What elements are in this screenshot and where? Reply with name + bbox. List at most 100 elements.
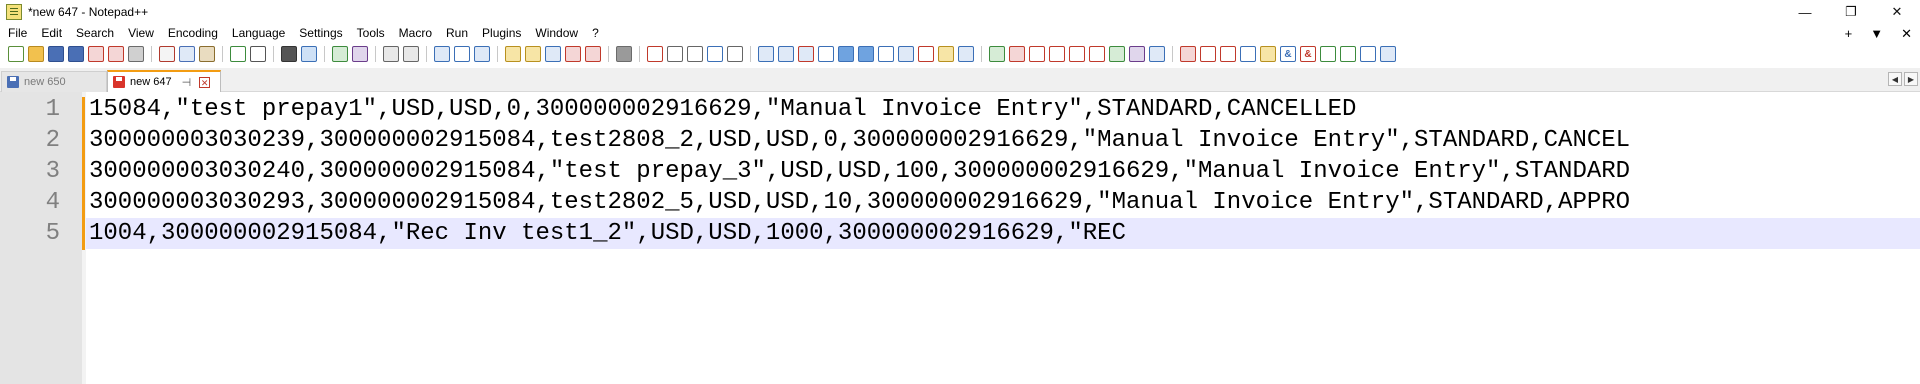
tab-scroll-right-button[interactable]: ▶ [1904,72,1918,86]
edit-icon[interactable] [1260,46,1276,62]
first-diff-icon[interactable] [1029,46,1045,62]
new-tab-button[interactable]: + [1845,24,1853,43]
check-icon[interactable] [989,46,1005,62]
text-area[interactable]: 15084,"test prepay1",USD,USD,0,300000002… [86,92,1920,384]
menu-edit[interactable]: Edit [34,24,69,43]
menu-settings[interactable]: Settings [292,24,349,43]
tab-scroll-left-button[interactable]: ◀ [1888,72,1902,86]
zoom-out-icon[interactable] [352,46,368,62]
code-line[interactable]: 300000003030239,300000002915084,test2808… [86,125,1920,156]
save-icon[interactable] [48,46,64,62]
menu-macro[interactable]: Macro [392,24,439,43]
page-icon[interactable] [1200,46,1216,62]
compare-icon[interactable] [778,46,794,62]
menu-window[interactable]: Window [528,24,585,43]
copy-icon[interactable] [179,46,195,62]
prev-diff-icon[interactable] [1049,46,1065,62]
minimize-button[interactable]: — [1782,0,1828,24]
close-all-icon[interactable] [108,46,124,62]
scissors-icon[interactable] [918,46,934,62]
menu-run[interactable]: Run [439,24,475,43]
replace-icon[interactable] [301,46,317,62]
title-bar: *new 647 - Notepad++ — ❐ ✕ [0,0,1920,24]
pin-icon[interactable]: ⊣ [182,76,192,89]
menu-search[interactable]: Search [69,24,121,43]
preview-icon[interactable] [1240,46,1256,62]
arrow-up-icon[interactable] [838,46,854,62]
grid-icon[interactable] [898,46,914,62]
code-line[interactable]: 300000003030293,300000002915084,test2802… [86,187,1920,218]
page-alt-icon[interactable] [1220,46,1236,62]
sync-vertical-icon[interactable] [383,46,399,62]
arrow-left-icon[interactable] [1320,46,1336,62]
zoom-in-icon[interactable] [332,46,348,62]
cut-icon[interactable] [159,46,175,62]
menu-view[interactable]: View [121,24,161,43]
close-tab-button[interactable]: ✕ [1901,24,1912,43]
save-all-icon[interactable] [68,46,84,62]
tab-bar: new 650 new 647 ⊣ ✕ ◀ ▶ [0,68,1920,92]
undo-icon[interactable] [230,46,246,62]
find-icon[interactable] [281,46,297,62]
change-history-marker [82,97,85,250]
wand-icon[interactable] [938,46,954,62]
menu-file[interactable]: File [0,24,34,43]
doc-list-icon[interactable] [545,46,561,62]
udl-icon[interactable] [505,46,521,62]
close-icon[interactable] [88,46,104,62]
tools-icon[interactable] [1180,46,1196,62]
run-macro-multiple-icon[interactable] [707,46,723,62]
monitoring-icon[interactable] [616,46,632,62]
word-wrap-icon[interactable] [434,46,450,62]
menu-language[interactable]: Language [225,24,292,43]
stop-record-icon[interactable] [667,46,683,62]
diff-purple-icon[interactable] [1129,46,1145,62]
save-macro-icon[interactable] [727,46,743,62]
current-code-line[interactable]: 1004,300000002915084,"Rec Inv test1_2",U… [86,218,1920,249]
compare-lines-icon[interactable] [798,46,814,62]
tab-close-icon[interactable]: ✕ [199,76,211,88]
toolbar-separator [273,46,274,62]
brackets-icon[interactable] [958,46,974,62]
arrow-right-icon[interactable] [1360,46,1376,62]
print-icon[interactable] [128,46,144,62]
folder-workspace-icon[interactable] [585,46,601,62]
editor[interactable]: 1 2 3 4 5 15084,"test prepay1",USD,USD,0… [0,92,1920,384]
function-list-icon[interactable] [565,46,581,62]
align-icon[interactable] [818,46,834,62]
tab-list-dropdown[interactable]: ▼ [1870,24,1883,43]
check-multi-icon[interactable] [1340,46,1356,62]
paste-icon[interactable] [199,46,215,62]
wrench-icon[interactable] [1380,46,1396,62]
bookmark-icon[interactable] [758,46,774,62]
align-center-icon[interactable] [878,46,894,62]
toolbar-separator [222,46,223,62]
show-all-chars-icon[interactable] [454,46,470,62]
clear-icon[interactable] [1009,46,1025,62]
menu-help[interactable]: ? [585,24,606,43]
menu-plugins[interactable]: Plugins [475,24,528,43]
sync-horizontal-icon[interactable] [403,46,419,62]
next-diff-icon[interactable] [1069,46,1085,62]
doc-map-icon[interactable] [525,46,541,62]
diff-green-icon[interactable] [1109,46,1125,62]
indent-guide-icon[interactable] [474,46,490,62]
ampersand-icon[interactable]: & [1280,46,1296,62]
menu-encoding[interactable]: Encoding [161,24,225,43]
last-diff-icon[interactable] [1089,46,1105,62]
close-window-button[interactable]: ✕ [1874,0,1920,24]
playback-macro-icon[interactable] [687,46,703,62]
code-line[interactable]: 300000003030240,300000002915084,"test pr… [86,156,1920,187]
ampersand-alt-icon[interactable]: & [1300,46,1316,62]
redo-icon[interactable] [250,46,266,62]
record-macro-icon[interactable] [647,46,663,62]
tab-new-647[interactable]: new 647 ⊣ ✕ [107,70,221,92]
diff-blue-icon[interactable] [1149,46,1165,62]
new-file-icon[interactable] [8,46,24,62]
open-file-icon[interactable] [28,46,44,62]
menu-tools[interactable]: Tools [350,24,392,43]
restore-button[interactable]: ❐ [1828,0,1874,24]
arrow-down-icon[interactable] [858,46,874,62]
code-line[interactable]: 15084,"test prepay1",USD,USD,0,300000002… [86,94,1920,125]
tab-new-650[interactable]: new 650 [1,71,107,92]
